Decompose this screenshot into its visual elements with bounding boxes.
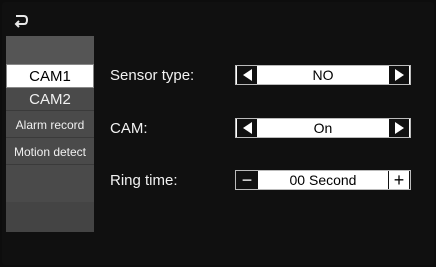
sidebar-top-block	[6, 36, 94, 64]
tab-alarm-record-label: Alarm record	[15, 117, 85, 132]
settings-screen: CAM1 CAM2 Alarm record Motion detect Sen…	[2, 2, 434, 265]
sensor-type-prev-button[interactable]	[237, 66, 257, 84]
ring-time-value: 00 Second	[258, 171, 388, 189]
tab-cam1[interactable]: CAM1	[6, 64, 94, 88]
tab-motion-detect-label: Motion detect	[13, 144, 87, 159]
sensor-type-value: NO	[312, 67, 334, 83]
cam-next-button[interactable]	[389, 119, 409, 137]
ring-time-label: Ring time:	[110, 172, 178, 189]
sidebar-bottom-block	[6, 202, 94, 232]
arrow-left-icon	[242, 122, 252, 134]
tab-alarm-record[interactable]: Alarm record	[6, 112, 94, 138]
tab-motion-detect[interactable]: Motion detect	[6, 139, 94, 165]
arrow-right-icon	[394, 122, 404, 134]
arrow-right-icon	[394, 69, 404, 81]
sidebar: CAM1 CAM2 Alarm record Motion detect	[6, 36, 94, 232]
ring-time-stepper: − 00 Second +	[235, 170, 411, 190]
sensor-type-label: Sensor type:	[110, 67, 195, 84]
sensor-type-next-button[interactable]	[389, 66, 409, 84]
ring-time-minus-button[interactable]: −	[237, 170, 257, 190]
tab-cam2-label: CAM2	[29, 91, 71, 108]
cam-value: On	[313, 120, 333, 136]
cam-selector: On	[235, 118, 411, 138]
back-arrow-icon[interactable]	[12, 12, 30, 30]
tab-cam2[interactable]: CAM2	[6, 89, 94, 111]
tab-cam1-label: CAM1	[29, 67, 71, 85]
arrow-left-icon	[242, 69, 252, 81]
ring-time-plus-button[interactable]: +	[389, 170, 409, 190]
cam-label: CAM:	[110, 120, 148, 137]
cam-prev-button[interactable]	[237, 119, 257, 137]
sensor-type-selector: NO	[235, 65, 411, 85]
